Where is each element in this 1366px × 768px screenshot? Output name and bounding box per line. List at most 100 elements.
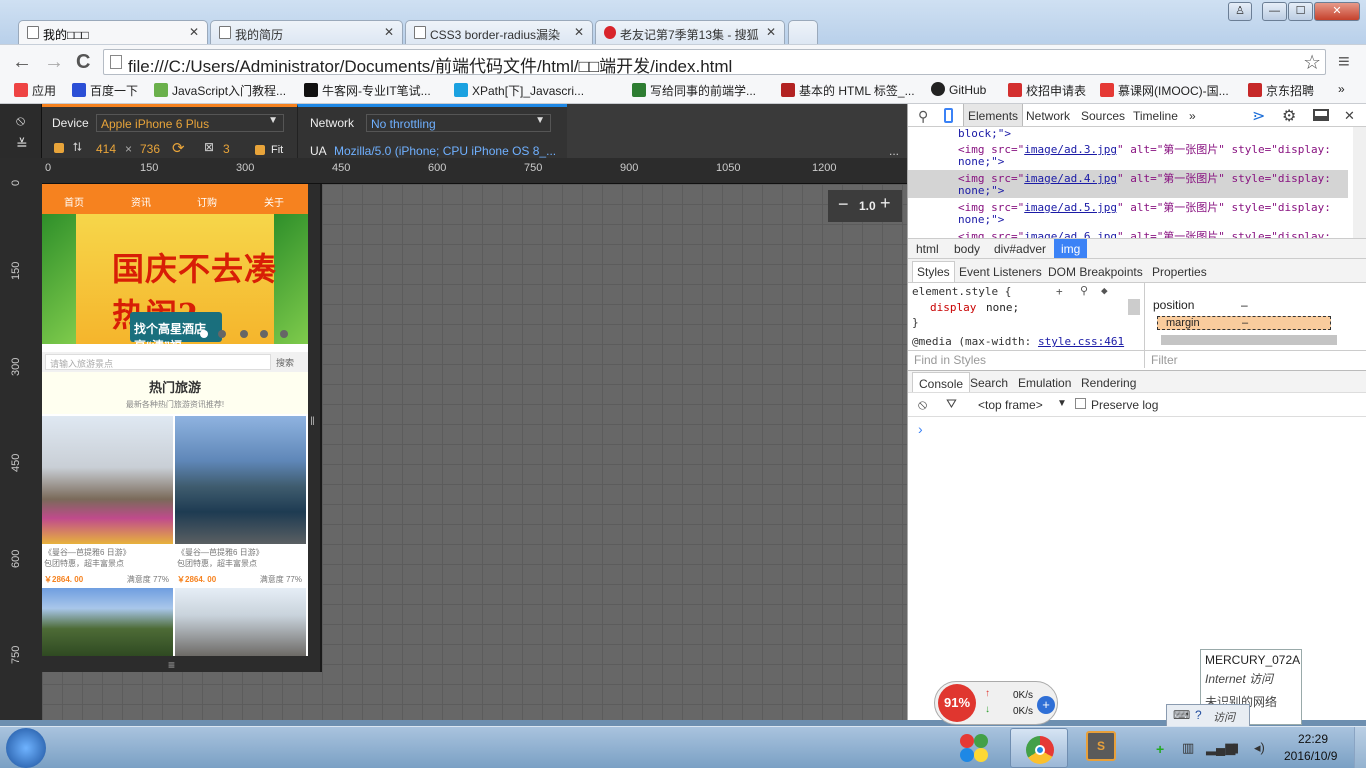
signal-icon[interactable]: ▂▄▆: [1206, 740, 1235, 756]
tab-search[interactable]: Search: [970, 376, 1008, 390]
tab-event-listeners[interactable]: Event Listeners: [959, 265, 1042, 279]
breadcrumb-html[interactable]: html: [916, 242, 939, 256]
dom-line[interactable]: none;">: [958, 213, 1004, 226]
gear-icon[interactable]: ⚙: [1282, 106, 1296, 126]
menu-button[interactable]: ≡: [1338, 51, 1350, 74]
dom-src-link[interactable]: image/ad.6.jpg: [1024, 230, 1117, 238]
sublime-icon[interactable]: S: [1086, 731, 1116, 761]
add-rule-icon[interactable]: +: [1056, 285, 1063, 298]
back-button[interactable]: ←: [12, 51, 32, 74]
close-window-button[interactable]: ✕: [1314, 2, 1360, 21]
close-tab-icon[interactable]: ✕: [189, 25, 199, 39]
breadcrumb-div[interactable]: div#adver: [994, 242, 1046, 256]
dom-line[interactable]: <img src="image/ad.3.jpg" alt="第一张图片" st…: [958, 141, 1331, 157]
bookmark-star-icon[interactable]: ☆: [1303, 50, 1321, 75]
close-tab-icon[interactable]: ✕: [766, 25, 776, 39]
tab-4[interactable]: 老友记第7季第13集 - 搜狐 ✕: [595, 20, 785, 44]
tab-1[interactable]: 我的□□□ ✕: [18, 20, 208, 45]
filter-icon[interactable]: ⛛: [946, 396, 957, 412]
color-icon[interactable]: ◆: [1101, 284, 1108, 297]
width-input[interactable]: 414: [96, 142, 116, 156]
block-icon[interactable]: ⦸: [16, 112, 25, 129]
battery-icon[interactable]: ▮: [1232, 740, 1239, 756]
dock-icon[interactable]: [1313, 109, 1329, 121]
pixel-ratio-input[interactable]: 3: [223, 142, 230, 156]
ua-input[interactable]: Mozilla/5.0 (iPhone; CPU iPhone OS 8_...: [334, 144, 556, 158]
reload-button[interactable]: C: [76, 51, 90, 74]
filter-box[interactable]: Filter: [1144, 350, 1366, 368]
frame-select[interactable]: <top frame>: [978, 398, 1043, 412]
tab-dom-breakpoints[interactable]: DOM Breakpoints: [1048, 265, 1143, 279]
bookmark-html-tags[interactable]: 基本的 HTML 标签_...: [781, 82, 915, 99]
carousel-dot[interactable]: [280, 330, 288, 338]
dom-line[interactable]: block;">: [958, 127, 1011, 140]
bookmark-xpath[interactable]: XPath[下]_Javascri...: [454, 82, 584, 99]
start-button[interactable]: [6, 728, 46, 768]
tab-emulation[interactable]: Emulation: [1018, 376, 1071, 390]
preserve-log-checkbox[interactable]: [1075, 398, 1086, 409]
nav-about[interactable]: 关于: [264, 194, 284, 209]
inspect-icon[interactable]: ⚲: [918, 108, 928, 125]
chevron-down-icon[interactable]: ▼: [1057, 398, 1067, 409]
tab-network[interactable]: Network: [1026, 109, 1070, 123]
site-search-button[interactable]: 搜索: [276, 356, 294, 369]
dom-line[interactable]: none;">: [958, 184, 1004, 197]
pin-icon[interactable]: ⚲: [1080, 284, 1088, 297]
style-prop[interactable]: display: [930, 301, 976, 314]
bookmark-frontend[interactable]: 写给同事的前端学...: [632, 82, 756, 99]
forward-button[interactable]: →: [44, 51, 64, 74]
rotate-icon[interactable]: ⟳: [172, 139, 185, 157]
bookmark-apps[interactable]: 应用: [14, 82, 56, 99]
carousel-dot[interactable]: [200, 330, 208, 338]
address-bar[interactable]: file:///C:/Users/Administrator/Documents…: [103, 49, 1326, 76]
user-icon[interactable]: ♙: [1228, 2, 1252, 21]
bookmark-javascript[interactable]: JavaScript入门教程...: [154, 82, 286, 99]
height-input[interactable]: 736: [140, 142, 160, 156]
carousel-dot[interactable]: [240, 330, 248, 338]
close-tab-icon[interactable]: ✕: [384, 25, 394, 39]
network-select[interactable]: No throttling ▼: [366, 114, 551, 132]
tab-console[interactable]: Console: [912, 372, 971, 393]
dom-line[interactable]: <img src="image/ad.6.jpg" alt="第一张图片" st…: [958, 228, 1331, 238]
tab-rendering[interactable]: Rendering: [1081, 376, 1136, 390]
bookmark-application[interactable]: 校招申请表: [1008, 82, 1086, 99]
device-select[interactable]: Apple iPhone 6 Plus ▼: [96, 114, 284, 132]
bookmark-github[interactable]: GitHub: [931, 82, 986, 97]
help-icon[interactable]: ?: [1195, 708, 1202, 722]
taskbar-chrome[interactable]: [1010, 728, 1068, 768]
device-mode-icon[interactable]: [944, 108, 953, 123]
nav-home[interactable]: 首页: [64, 194, 84, 209]
swap-icon[interactable]: ⮁: [72, 140, 82, 155]
nav-news[interactable]: 资讯: [131, 194, 151, 209]
find-in-styles-input[interactable]: Find in Styles: [914, 353, 986, 367]
travel-card[interactable]: [42, 588, 173, 656]
travel-card[interactable]: 《曼谷—芭提雅6 日游》 包团特惠，超丰富景点 ￥2864. 00 满意度 77…: [175, 416, 306, 586]
breadcrumb-img[interactable]: img: [1054, 239, 1088, 259]
more-options-button[interactable]: ...: [889, 144, 899, 158]
travel-card[interactable]: [175, 588, 306, 656]
checkbox-fit[interactable]: [255, 145, 265, 155]
dom-src-link[interactable]: image/ad.4.jpg: [1024, 172, 1117, 185]
taskbar-app-colorful[interactable]: [954, 730, 994, 766]
carousel-dot[interactable]: [260, 330, 268, 338]
dom-src-link[interactable]: image/ad.5.jpg: [1024, 201, 1117, 214]
media-link[interactable]: style.css:461: [1038, 335, 1124, 348]
find-in-styles[interactable]: Find in Styles: [908, 350, 1144, 368]
bookmark-jd[interactable]: 京东招聘: [1248, 82, 1314, 99]
carousel-dot[interactable]: [218, 330, 226, 338]
tab-3[interactable]: CSS3 border-radius漏染 ✕: [405, 20, 593, 44]
show-desktop-button[interactable]: [1354, 727, 1366, 768]
tab-styles[interactable]: Styles: [912, 261, 955, 283]
new-tab-button[interactable]: [788, 20, 818, 44]
tab-timeline[interactable]: Timeline: [1133, 109, 1178, 123]
more-tabs-button[interactable]: »: [1189, 109, 1196, 123]
tab-properties[interactable]: Properties: [1152, 265, 1207, 279]
tray-network-icon[interactable]: ▥: [1182, 740, 1194, 756]
media-query-icon[interactable]: ≚: [16, 136, 28, 153]
clock-date[interactable]: 2016/10/9: [1284, 749, 1337, 763]
site-search-input[interactable]: 请输入旅游景点: [45, 354, 271, 370]
tray-plus-icon[interactable]: +: [1156, 741, 1164, 757]
speed-widget[interactable]: 91% ↑ ↓ 0K/s 0K/s +: [934, 681, 1058, 725]
dom-line[interactable]: <img src="image/ad.5.jpg" alt="第一张图片" st…: [958, 199, 1331, 215]
tab-sources[interactable]: Sources: [1081, 109, 1125, 123]
